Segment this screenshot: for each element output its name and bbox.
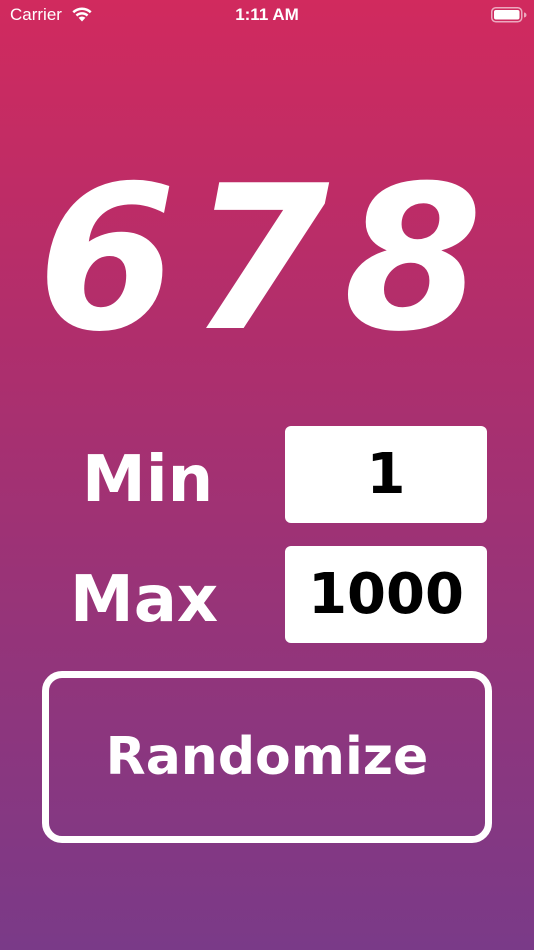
random-result: 678 <box>37 143 497 376</box>
status-bar: Carrier 1:11 AM <box>0 0 534 30</box>
min-field[interactable] <box>285 426 487 523</box>
randomize-button[interactable]: Randomize <box>42 671 492 843</box>
battery-icon <box>491 7 527 23</box>
status-time: 1:11 AM <box>235 5 299 24</box>
max-label: Max <box>70 563 219 637</box>
min-label: Min <box>82 443 214 517</box>
max-field[interactable] <box>285 546 487 643</box>
